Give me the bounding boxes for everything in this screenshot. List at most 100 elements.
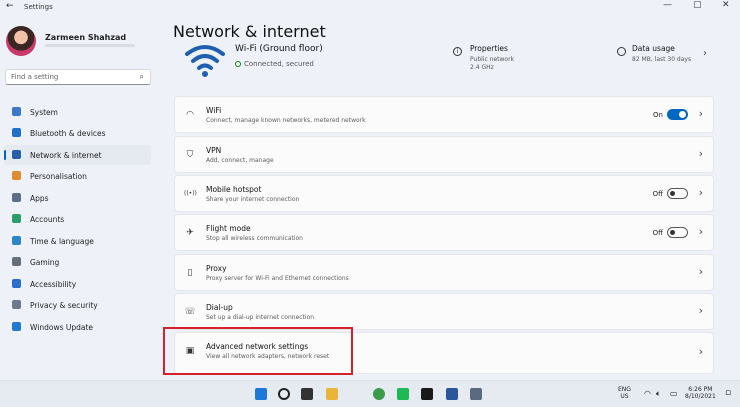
sidebar-item[interactable]: Bluetooth & devices (4, 123, 151, 143)
word-icon[interactable] (446, 388, 458, 400)
vpn-shield-icon: ⛉ (186, 150, 194, 160)
user-name: Zarmeen Shahzad (45, 33, 127, 42)
card-title: WiFi (206, 106, 222, 115)
settings-card[interactable]: ☏ Dial-up Set up a dial-up internet connec… (174, 293, 714, 330)
data-usage-amount: 82 MB, last 30 days (632, 56, 692, 63)
card-subtitle: Add, connect, manage (206, 157, 274, 164)
chevron-right-icon[interactable]: › (699, 345, 703, 358)
sidebar-item[interactable]: Accounts (4, 209, 151, 229)
avatar[interactable] (6, 26, 36, 56)
brush-icon (12, 171, 21, 180)
taskbar: ENG US ◠ 🔈︎ ▭ 6:26 PM 8/10/2021 ▫ (0, 380, 740, 407)
language-indicator[interactable]: ENG US (618, 386, 631, 400)
clock[interactable]: 6:26 PM 8/10/2021 (685, 386, 716, 400)
battery-icon[interactable]: ▭ (670, 389, 678, 398)
network-name: Wi-Fi (Ground floor) (235, 44, 323, 54)
chrome-icon[interactable] (373, 388, 385, 400)
sidebar-item-label: Bluetooth & devices (30, 129, 106, 138)
card-title: Proxy (206, 264, 227, 273)
chevron-right-icon[interactable]: › (699, 147, 703, 160)
toggle-state-label: Off (652, 190, 663, 198)
sidebar-item-label: Accounts (30, 215, 65, 224)
notification-icon[interactable]: ▫ (725, 388, 731, 398)
connection-status: Connected, secured (235, 60, 314, 68)
spotify-icon[interactable] (397, 388, 409, 400)
sidebar: Zarmeen Shahzad Find a setting ⌕ System B… (0, 14, 160, 378)
search-icon[interactable] (278, 388, 290, 400)
toggle-switch[interactable] (667, 109, 688, 120)
settings-icon[interactable] (470, 388, 482, 400)
card-subtitle: Set up a dial-up internet connection (206, 314, 315, 321)
connected-check-icon (235, 61, 241, 67)
chevron-right-icon[interactable]: › (699, 265, 703, 278)
toggle-state-label: On (653, 111, 663, 119)
settings-card[interactable]: ◠ WiFi Connect, manage known networks, met… (174, 96, 714, 133)
sidebar-item-label: Accessibility (30, 280, 77, 289)
title-bar: ← Settings — ▢ ✕ (0, 0, 740, 14)
info-icon: i (453, 47, 462, 56)
globe-clock-icon (12, 236, 21, 245)
wifi-large-icon (185, 45, 225, 77)
hotspot-icon: ((•)) (184, 190, 197, 197)
settings-card[interactable]: ▯ Proxy Proxy server for Wi-Fi and Etherne… (174, 254, 714, 291)
chevron-right-icon[interactable]: › (699, 107, 703, 120)
card-subtitle: Share your internet connection (206, 196, 300, 203)
chevron-right-icon[interactable]: › (699, 186, 703, 199)
volume-icon[interactable]: 🔈︎ (656, 389, 661, 399)
accessibility-icon (12, 279, 21, 288)
shield-icon (12, 300, 21, 309)
card-subtitle: Connect, manage known networks, metered … (206, 117, 366, 124)
sidebar-item-label: Network & internet (30, 151, 102, 160)
close-button[interactable]: ✕ (722, 0, 730, 10)
person-icon (12, 214, 21, 223)
wifi-icon: ◠ (186, 110, 194, 120)
sidebar-item[interactable]: Privacy & security (4, 295, 151, 315)
minimize-button[interactable]: — (663, 0, 672, 10)
start-icon[interactable] (255, 388, 267, 400)
file-explorer-icon[interactable] (326, 388, 338, 400)
toggle-switch[interactable] (667, 227, 688, 238)
highlight-box (163, 327, 353, 375)
sidebar-item[interactable]: Accessibility (4, 274, 151, 294)
dialup-icon: ☏ (184, 307, 196, 317)
wifi-icon (12, 150, 21, 159)
search-input[interactable]: Find a setting ⌕ (5, 69, 151, 85)
apps-icon (12, 193, 21, 202)
card-title: Mobile hotspot (206, 185, 262, 194)
chevron-right-icon[interactable]: › (699, 225, 703, 238)
connection-status-text: Connected, secured (244, 60, 314, 68)
toggle-state-label: Off (652, 229, 663, 237)
settings-card[interactable]: ⛉ VPN Add, connect, manage › (174, 136, 714, 173)
wifi-tray-icon[interactable]: ◠ (644, 389, 651, 398)
search-icon[interactable]: ⌕ (140, 72, 144, 82)
netflix-icon[interactable] (421, 388, 433, 400)
clock-time: 6:26 PM (688, 386, 713, 393)
data-usage-link[interactable]: Data usage (632, 44, 675, 53)
back-arrow-icon[interactable]: ← (6, 1, 14, 11)
window-title: Settings (24, 3, 53, 11)
settings-card[interactable]: ✈ Flight mode Stop all wireless communicat… (174, 214, 714, 251)
sidebar-item[interactable]: Gaming (4, 252, 151, 272)
properties-link[interactable]: Properties (470, 44, 508, 53)
chevron-right-icon[interactable]: › (699, 304, 703, 317)
clock-date: 8/10/2021 (685, 393, 716, 400)
sidebar-item-label: Personalisation (30, 172, 87, 181)
sidebar-item[interactable]: Apps (4, 188, 151, 208)
sidebar-item-label: Time & language (30, 237, 94, 246)
maximize-button[interactable]: ▢ (693, 0, 702, 10)
language-bottom: US (620, 393, 629, 400)
settings-card[interactable]: ((•)) Mobile hotspot Share your internet c… (174, 175, 714, 212)
sidebar-item-label: Gaming (30, 258, 60, 267)
sidebar-item-label: Privacy & security (30, 301, 98, 310)
card-title: VPN (206, 146, 222, 155)
sidebar-item[interactable]: Time & language (4, 231, 151, 251)
sidebar-item-label: System (30, 108, 58, 117)
sidebar-item[interactable]: Network & internet (4, 145, 151, 165)
toggle-switch[interactable] (667, 188, 688, 199)
sidebar-item[interactable]: Windows Update (4, 317, 151, 337)
sidebar-item[interactable]: System (4, 102, 151, 122)
bluetooth-icon (12, 128, 21, 137)
sidebar-item[interactable]: Personalisation (4, 166, 151, 186)
task-view-icon[interactable] (301, 388, 313, 400)
chevron-right-icon[interactable]: › (703, 48, 707, 59)
